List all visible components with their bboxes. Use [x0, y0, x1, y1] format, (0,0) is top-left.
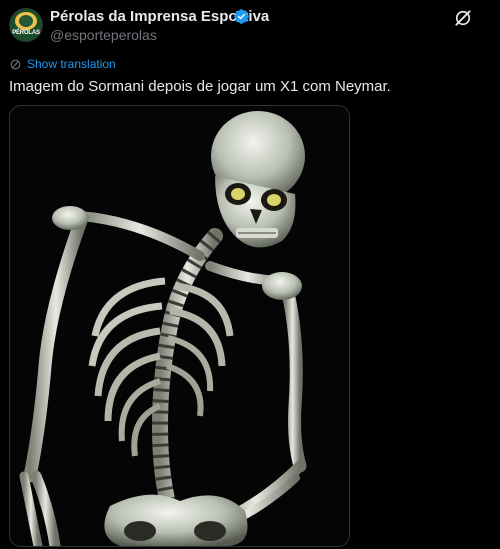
show-translation-link[interactable]: Show translation — [9, 56, 116, 72]
tweet-text: Imagem do Sormani depois de jogar um X1 … — [9, 78, 391, 95]
avatar[interactable]: PÉROLAS — [9, 8, 43, 42]
skeleton-image — [10, 106, 349, 546]
avatar-text: PÉROLAS — [12, 30, 40, 36]
show-translation-label: Show translation — [27, 57, 116, 71]
grok-icon[interactable] — [453, 8, 473, 28]
translate-icon — [10, 59, 21, 69]
verified-badge-icon — [234, 9, 249, 24]
tweet-media-image[interactable] — [9, 105, 350, 547]
tweet-header: PÉROLAS Pérolas da Imprensa Esportiva @e… — [0, 0, 500, 50]
author-handle[interactable]: @esporteperolas — [50, 27, 157, 43]
